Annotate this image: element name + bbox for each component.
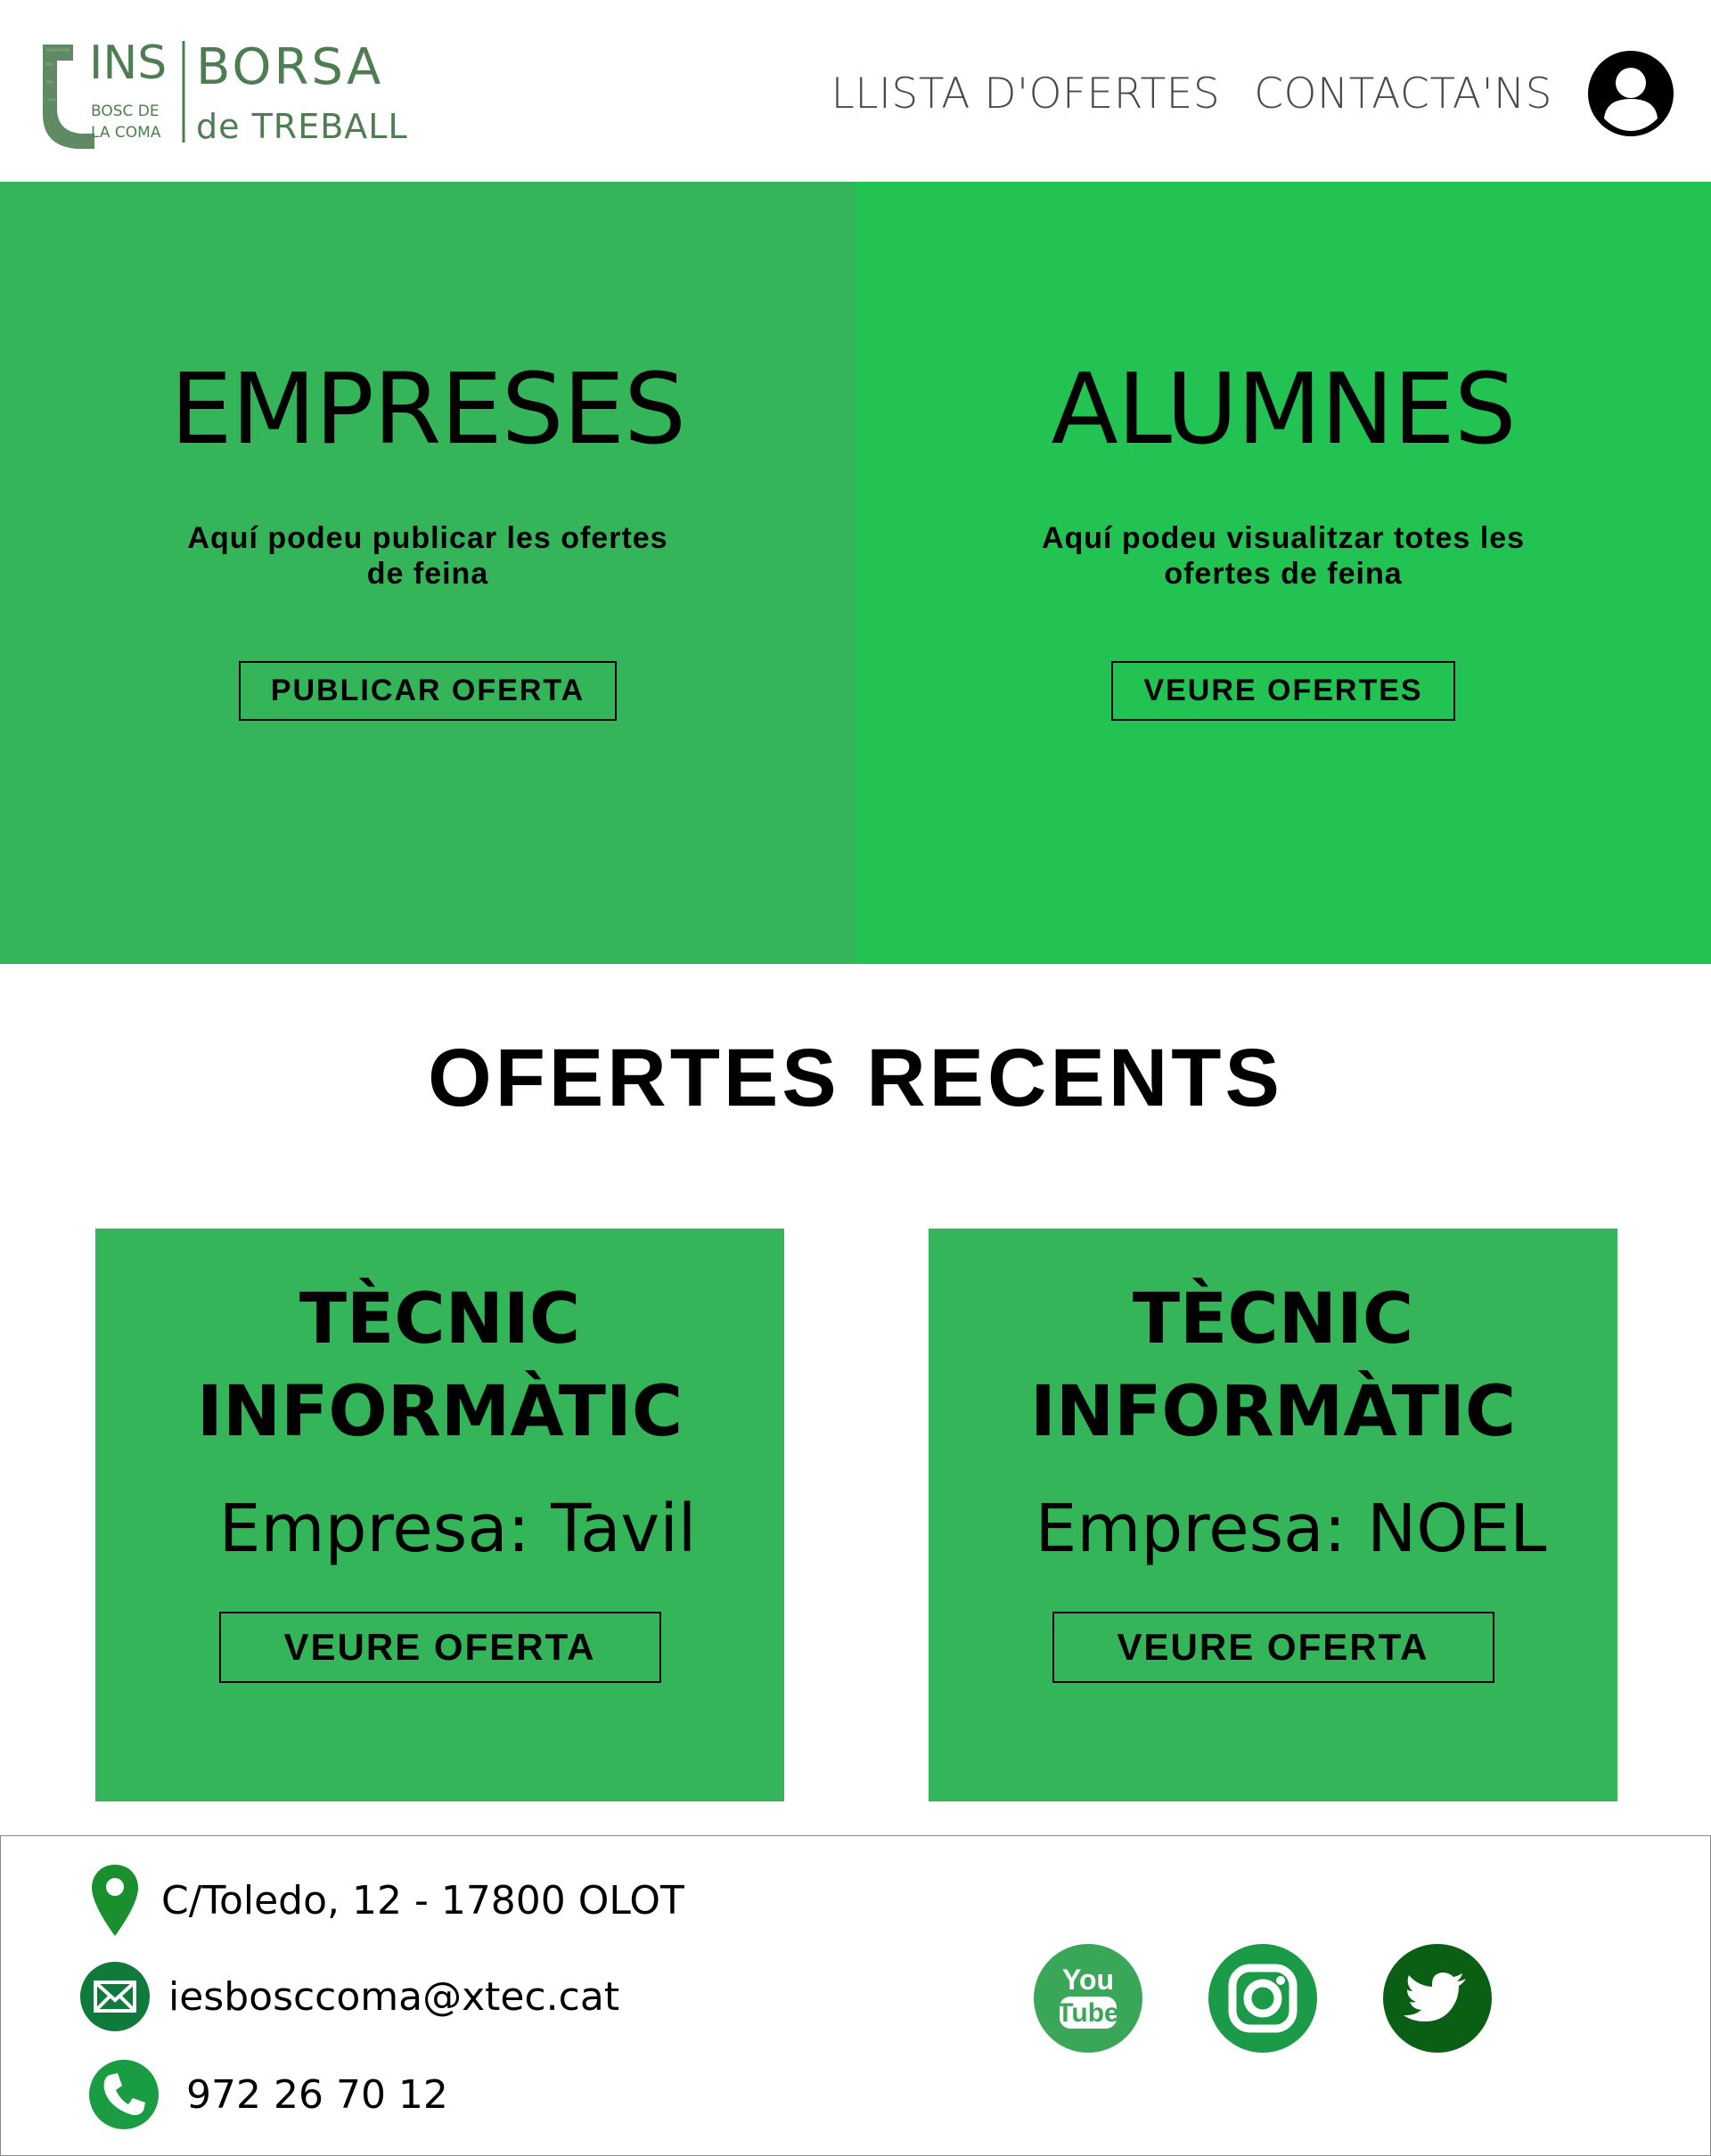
- alumnes-title: ALUMNES: [1051, 352, 1516, 466]
- offer-title-line2: INFORMÀTIC: [1029, 1372, 1517, 1452]
- nav-contactans[interactable]: CONTACTA'NS: [1254, 69, 1552, 118]
- svg-text:BORSA: BORSA: [196, 38, 383, 96]
- email-row: iesbosccoma@xtec.cat: [80, 1961, 619, 2032]
- nav-llista-ofertes[interactable]: LLISTA D'OFERTES: [831, 69, 1221, 118]
- youtube-icon[interactable]: You Tube: [1033, 1943, 1143, 2054]
- svg-text:LA COMA: LA COMA: [91, 124, 161, 142]
- offer-title-line2: INFORMÀTIC: [196, 1372, 684, 1452]
- offer-company: Empresa: NOEL: [1035, 1490, 1547, 1567]
- location-pin-icon: [92, 1865, 138, 1936]
- twitter-icon[interactable]: [1382, 1943, 1493, 2054]
- publicar-oferta-button[interactable]: PUBLICAR OFERTA: [238, 661, 618, 721]
- alumnes-panel: ALUMNES Aquí podeu visualitzar totes les…: [856, 182, 1711, 964]
- empreses-panel: EMPRESES Aquí podeu publicar les ofertes…: [0, 182, 856, 964]
- email-text[interactable]: iesbosccoma@xtec.cat: [168, 1974, 619, 2020]
- offer-card: TÈCNIC INFORMÀTIC Empresa: Tavil VEURE O…: [95, 1229, 784, 1801]
- address-row: C/Toledo, 12 - 17800 OLOT: [90, 1863, 684, 1938]
- svg-text:BOSC DE: BOSC DE: [91, 102, 160, 120]
- offer-title-line1: TÈCNIC: [299, 1279, 581, 1360]
- phone-row: 972 26 70 12: [89, 2059, 448, 2130]
- header: INS BOSC DE LA COMA BORSA de TREBALL LLI…: [0, 0, 1711, 182]
- footer: C/Toledo, 12 - 17800 OLOT iesbosccoma@xt…: [0, 1835, 1711, 2156]
- main-nav: LLISTA D'OFERTES CONTACTA'NS: [831, 49, 1675, 138]
- veure-ofertes-button[interactable]: VEURE OFERTES: [1111, 661, 1455, 721]
- svg-text:Tube: Tube: [1057, 1998, 1118, 2028]
- svg-text:INS: INS: [89, 37, 167, 90]
- social-links: You Tube: [1033, 1943, 1557, 2054]
- phone-icon: [89, 2060, 159, 2129]
- offer-title: TÈCNIC INFORMÀTIC: [1030, 1273, 1516, 1458]
- svg-text:de TREBALL: de TREBALL: [196, 107, 408, 146]
- empreses-description: Aquí podeu publicar les ofertes de feina: [187, 521, 668, 591]
- offer-card: TÈCNIC INFORMÀTIC Empresa: NOEL VEURE OF…: [929, 1229, 1617, 1801]
- offer-title-line1: TÈCNIC: [1132, 1279, 1414, 1360]
- veure-oferta-button[interactable]: VEURE OFERTA: [1052, 1612, 1494, 1683]
- offer-title: TÈCNIC INFORMÀTIC: [197, 1273, 683, 1458]
- offer-company: Empresa: Tavil: [218, 1490, 697, 1567]
- recent-offers-list: TÈCNIC INFORMÀTIC Empresa: Tavil VEURE O…: [0, 1119, 1711, 1801]
- email-icon: [80, 1962, 150, 2031]
- svg-text:You: You: [1062, 1964, 1114, 1996]
- ins-bosc-de-la-coma-logo[interactable]: INS BOSC DE LA COMA BORSA de TREBALL: [37, 37, 421, 149]
- alumnes-description: Aquí podeu visualitzar totes les ofertes…: [1041, 521, 1526, 591]
- user-account-icon[interactable]: [1586, 49, 1675, 138]
- hero-section: EMPRESES Aquí podeu publicar les ofertes…: [0, 182, 1711, 964]
- veure-oferta-button[interactable]: VEURE OFERTA: [218, 1612, 661, 1683]
- address-text: C/Toledo, 12 - 17800 OLOT: [161, 1877, 684, 1923]
- phone-text: 972 26 70 12: [186, 2071, 448, 2118]
- instagram-icon[interactable]: [1208, 1943, 1318, 2054]
- ofertes-recents-heading: OFERTES RECENTS: [428, 1033, 1283, 1123]
- empreses-title: EMPRESES: [170, 352, 686, 466]
